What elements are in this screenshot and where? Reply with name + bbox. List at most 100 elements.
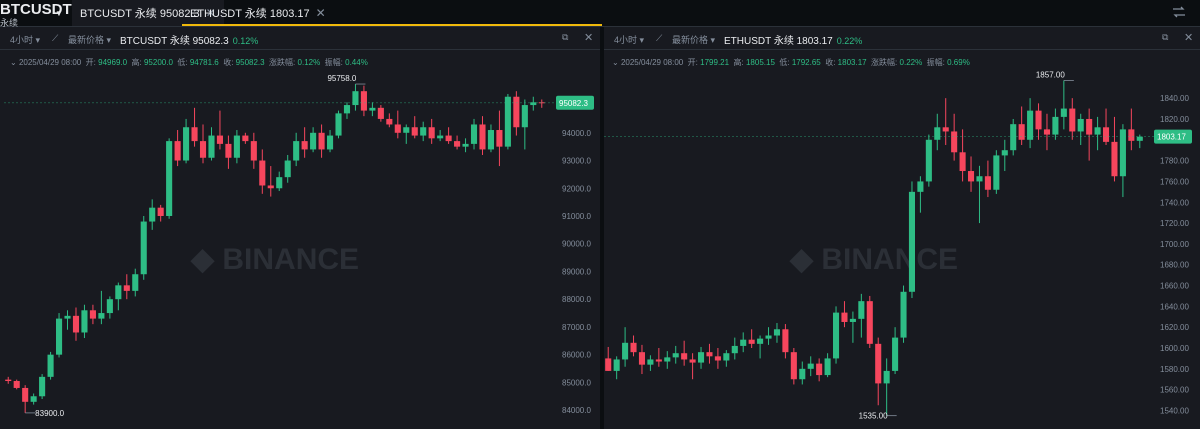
candle-body [976, 176, 983, 182]
candle-body [630, 342, 637, 353]
chart-toolbar: 4小时 ▾ ⟋ 最新价格 ▾ BTCUSDT 永续 95082.3 0.12% ⧉… [0, 27, 600, 50]
y-tick-label: 1540.00 [1160, 406, 1189, 415]
watermark-text: ◆ BINANCE [190, 243, 359, 276]
candle-body [106, 299, 113, 314]
candle-body [1018, 124, 1025, 140]
tab-ethusdt[interactable]: ETHUSDT 永续 1803.17 ✕ [182, 0, 334, 26]
layout-toggle-icon[interactable] [1172, 6, 1186, 18]
y-tick-label: 1560.00 [1160, 386, 1189, 395]
candle-body [276, 177, 283, 189]
candle-body [174, 141, 181, 161]
candle-body [123, 285, 130, 291]
candle-body [225, 143, 232, 158]
candle-body [403, 127, 410, 133]
candle-body [655, 359, 662, 362]
candlestick-chart[interactable]: ◆ BINANCE 94000.0 93000.0 92000.0 91000.0 900… [0, 49, 600, 429]
candle-body [428, 127, 435, 139]
y-tick-label: 1760.00 [1160, 177, 1189, 186]
candle-body [72, 315, 80, 333]
candle-body [1077, 118, 1084, 132]
y-tick-label: 89000.0 [562, 267, 591, 276]
symbol-dropdown-icon[interactable]: ▼ [55, 9, 63, 18]
y-tick-label: 92000.0 [562, 184, 591, 193]
close-icon[interactable]: ✕ [316, 6, 326, 20]
candle-body [191, 127, 198, 142]
close-icon[interactable]: ✕ [1184, 31, 1193, 44]
candle-body [866, 301, 873, 344]
y-tick-label: 93000.0 [562, 157, 591, 166]
candle-body [622, 342, 629, 360]
y-tick-label: 1740.00 [1160, 198, 1189, 207]
candle-body [1035, 110, 1042, 130]
screenshot-icon[interactable]: ⧉ [562, 32, 568, 43]
candle-body [967, 171, 975, 182]
price-type-select[interactable]: 最新价格 ▾ [68, 33, 111, 46]
chart-panel-eth: 4小时 ▾ ⟋ 最新价格 ▾ ETHUSDT 永续 1803.17 0.22% ⧉… [604, 27, 1200, 429]
candle-body [951, 131, 958, 153]
candle-body [445, 135, 452, 142]
candle-body [22, 387, 29, 402]
active-tab-indicator [182, 24, 602, 26]
candle-body [267, 185, 274, 189]
candle-body [790, 352, 797, 380]
candle-body [377, 107, 384, 119]
candle-body [89, 310, 96, 319]
price-type-label: 最新价格 [68, 35, 105, 45]
interval-label: 4小时 [10, 35, 34, 45]
candle-body [394, 124, 401, 133]
screenshot-icon[interactable]: ⧉ [1162, 32, 1168, 43]
candle-body [959, 152, 966, 172]
candlestick-chart[interactable]: ◆ BINANCE1840.001820.001800.001780.00176… [604, 49, 1200, 429]
close-icon[interactable]: ✕ [584, 31, 593, 44]
candle-body [875, 343, 882, 384]
y-tick-label: 1680.00 [1160, 261, 1189, 270]
y-tick-label: 1600.00 [1160, 344, 1189, 353]
y-tick-label: 88000.0 [562, 295, 591, 304]
candle-body [748, 339, 755, 344]
candle-body [369, 107, 376, 111]
candle-body [1094, 127, 1101, 135]
candle-body [605, 358, 612, 371]
candle-body [1069, 108, 1076, 132]
candle-body [858, 301, 865, 319]
interval-select[interactable]: 4小时 ▾ [614, 33, 644, 46]
chart-change: 0.12% [232, 36, 259, 46]
candle-body [326, 135, 334, 150]
candle-body [199, 141, 207, 158]
candle-body [250, 141, 257, 161]
candle-body [917, 181, 924, 192]
candle-body [765, 335, 772, 339]
candle-body [55, 318, 63, 355]
watermark-text: ◆ BINANCE [789, 243, 958, 276]
candle-body [1111, 141, 1118, 177]
candle-body [984, 176, 991, 190]
candle-body [824, 358, 831, 376]
candle-body [714, 356, 721, 361]
candle-body [318, 132, 325, 150]
candle-body [1102, 127, 1110, 142]
candle-body [849, 318, 856, 322]
indicator-icon[interactable]: ⟋ [656, 33, 662, 44]
indicator-icon[interactable]: ⟋ [52, 33, 58, 44]
candle-body [479, 124, 486, 150]
candle-body [149, 207, 156, 222]
candle-body [942, 127, 949, 132]
top-bar: BTCUSDT 永续 ▼ BTCUSDT 永续 95082.3 ✕ ETHUSDT… [0, 0, 1200, 28]
candle-body [343, 105, 351, 114]
y-tick-label: 1720.00 [1160, 219, 1189, 228]
candle-body [166, 141, 173, 216]
candle-body [437, 135, 444, 139]
candle-body [681, 353, 688, 360]
candle-body [832, 312, 840, 359]
candle-body [98, 313, 105, 319]
candle-body [454, 141, 461, 147]
price-type-select[interactable]: 最新价格 ▾ [672, 33, 715, 46]
candle-body [740, 339, 747, 346]
interval-select[interactable]: 4小时 ▾ [10, 33, 40, 46]
candle-body [1136, 136, 1143, 141]
candle-body [47, 354, 54, 377]
candle-body [335, 113, 342, 136]
candle-body [1010, 124, 1017, 151]
candle-body [1060, 108, 1067, 117]
tab-label: ETHUSDT 永续 1803.17 [190, 8, 310, 20]
